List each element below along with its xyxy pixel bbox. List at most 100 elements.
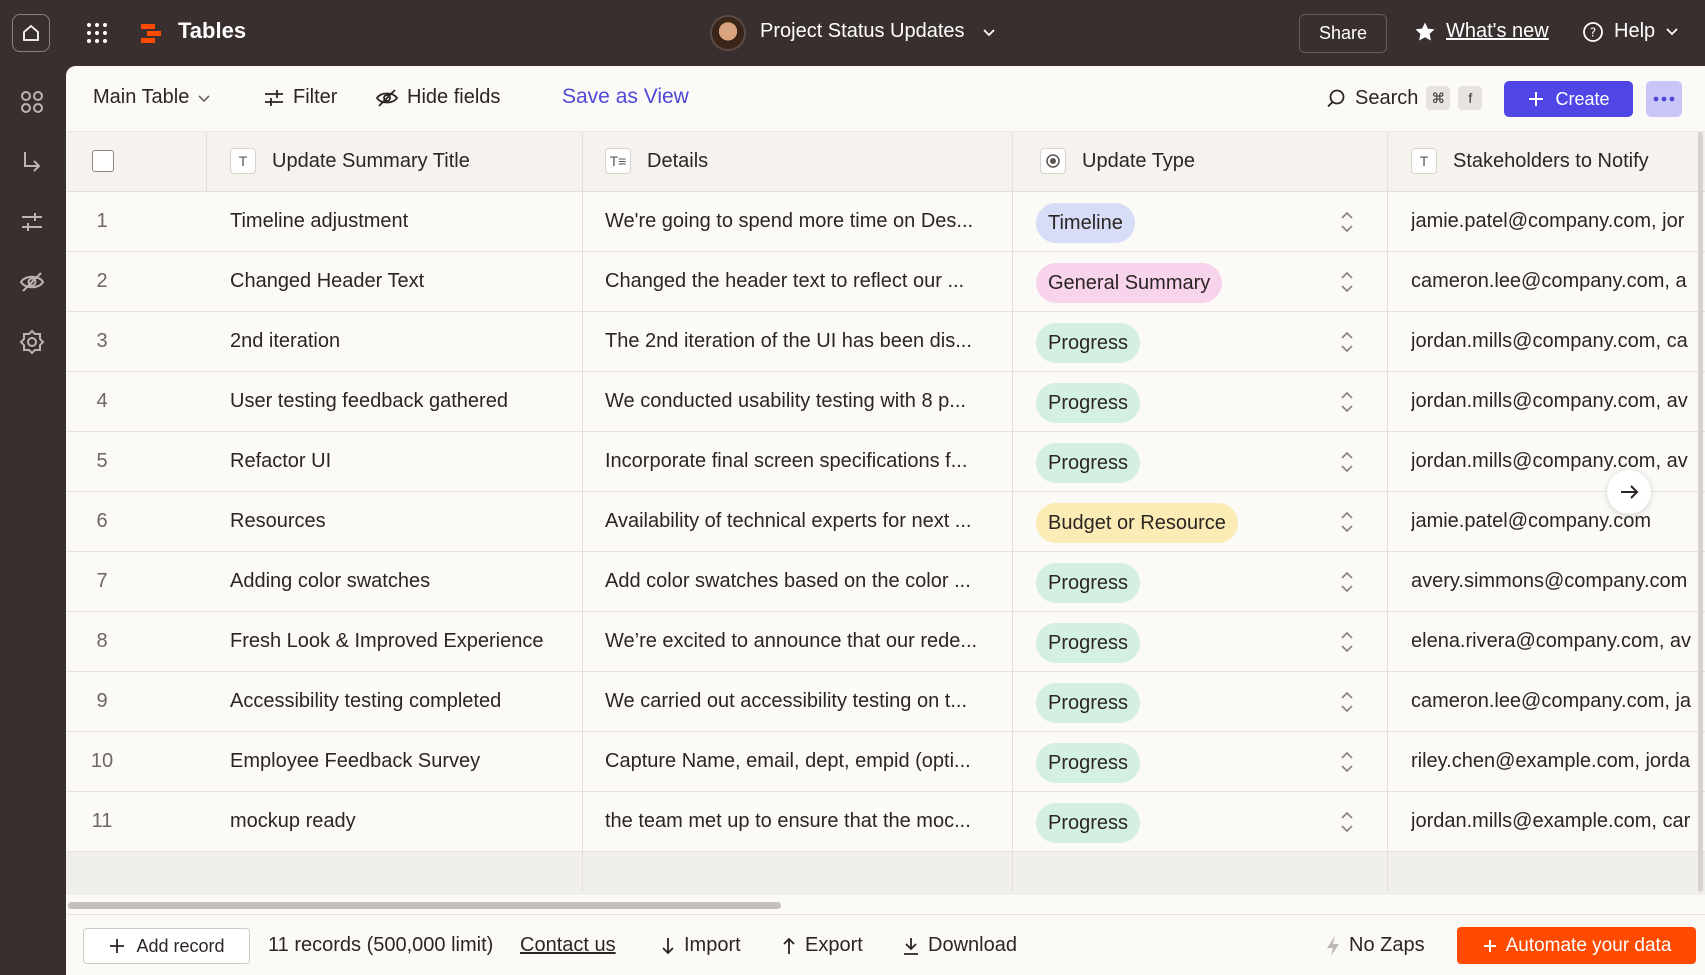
- automate-data-button[interactable]: Automate your data: [1457, 927, 1696, 964]
- search-button[interactable]: Search ⌘ f: [1325, 86, 1483, 110]
- column-header-stakeholders[interactable]: T Stakeholders to Notify: [1411, 148, 1649, 174]
- share-button[interactable]: Share: [1299, 14, 1387, 53]
- select-updown-icon[interactable]: [1338, 388, 1356, 416]
- hide-eye-icon[interactable]: [19, 269, 45, 295]
- table-row[interactable]: 3 2nd iteration The 2nd iteration of the U…: [66, 312, 1705, 372]
- download-button[interactable]: Download: [902, 934, 1017, 957]
- cell-title[interactable]: 2nd iteration: [230, 330, 580, 353]
- column-header-title[interactable]: T Update Summary Title: [230, 148, 470, 174]
- project-title[interactable]: Project Status Updates: [760, 20, 965, 43]
- update-type-pill[interactable]: Progress: [1036, 623, 1141, 663]
- update-type-pill[interactable]: Progress: [1036, 323, 1141, 363]
- update-type-pill[interactable]: Timeline: [1036, 203, 1135, 243]
- create-button[interactable]: Create: [1504, 81, 1633, 117]
- settings-gear-icon[interactable]: [19, 329, 45, 355]
- cell-stakeholders[interactable]: jordan.mills@example.com, car: [1411, 810, 1705, 833]
- cell-details[interactable]: Capture Name, email, dept, empid (opti..…: [605, 750, 985, 773]
- select-updown-icon[interactable]: [1338, 808, 1356, 836]
- tables-nav-icon[interactable]: [19, 89, 45, 115]
- cell-title[interactable]: Refactor UI: [230, 450, 580, 473]
- update-type-pill[interactable]: Progress: [1036, 683, 1141, 723]
- table-row[interactable]: 10 Employee Feedback Survey Capture Name, …: [66, 732, 1705, 792]
- whats-new-link[interactable]: What's new: [1414, 20, 1549, 43]
- cell-stakeholders[interactable]: jordan.mills@company.com, ca: [1411, 330, 1705, 353]
- update-type-pill[interactable]: Budget or Resource: [1036, 503, 1238, 543]
- update-type-pill[interactable]: Progress: [1036, 563, 1141, 603]
- cell-title[interactable]: Resources: [230, 510, 580, 533]
- save-as-view-button[interactable]: Save as View: [562, 85, 689, 109]
- chevron-down-icon[interactable]: [982, 26, 996, 40]
- cell-title[interactable]: Timeline adjustment: [230, 210, 580, 233]
- update-type-pill[interactable]: Progress: [1036, 383, 1141, 423]
- select-updown-icon[interactable]: [1338, 568, 1356, 596]
- table-row[interactable]: 11 mockup ready the team met up to ensure …: [66, 792, 1705, 852]
- cell-stakeholders[interactable]: elena.rivera@company.com, av: [1411, 630, 1705, 653]
- cell-details[interactable]: We carried out accessibility testing on …: [605, 690, 985, 713]
- column-header-details[interactable]: T≡ Details: [605, 148, 708, 174]
- cell-stakeholders[interactable]: jamie.patel@company.com: [1411, 510, 1705, 533]
- cell-details[interactable]: Availability of technical experts for ne…: [605, 510, 985, 533]
- cell-title[interactable]: Accessibility testing completed: [230, 690, 580, 713]
- cell-details[interactable]: the team met up to ensure that the moc..…: [605, 810, 985, 833]
- update-type-pill[interactable]: General Summary: [1036, 263, 1223, 303]
- scroll-right-button[interactable]: [1607, 470, 1651, 514]
- view-selector[interactable]: Main Table: [93, 86, 211, 109]
- export-button[interactable]: Export: [781, 934, 863, 957]
- select-updown-icon[interactable]: [1338, 268, 1356, 296]
- cell-stakeholders[interactable]: avery.simmons@company.com: [1411, 570, 1705, 593]
- column-header-update-type[interactable]: Update Type: [1040, 148, 1195, 174]
- cell-title[interactable]: Fresh Look & Improved Experience: [230, 630, 580, 653]
- contact-us-link[interactable]: Contact us: [520, 934, 616, 957]
- zaps-status[interactable]: No Zaps: [1325, 934, 1425, 957]
- apps-grid-icon[interactable]: [86, 22, 108, 44]
- select-updown-icon[interactable]: [1338, 328, 1356, 356]
- update-type-pill[interactable]: Progress: [1036, 743, 1141, 783]
- update-type-pill[interactable]: Progress: [1036, 443, 1141, 483]
- select-updown-icon[interactable]: [1338, 208, 1356, 236]
- cell-details[interactable]: Add color swatches based on the color ..…: [605, 570, 985, 593]
- cell-details[interactable]: Changed the header text to reflect our .…: [605, 270, 985, 293]
- cell-details[interactable]: We're going to spend more time on Des...: [605, 210, 985, 233]
- cell-title[interactable]: User testing feedback gathered: [230, 390, 580, 413]
- cell-stakeholders[interactable]: riley.chen@example.com, jorda: [1411, 750, 1705, 773]
- select-updown-icon[interactable]: [1338, 628, 1356, 656]
- cell-title[interactable]: Adding color swatches: [230, 570, 580, 593]
- table-row[interactable]: 4 User testing feedback gathered We conduc…: [66, 372, 1705, 432]
- cell-title[interactable]: mockup ready: [230, 810, 580, 833]
- cell-title[interactable]: Changed Header Text: [230, 270, 580, 293]
- table-row[interactable]: 7 Adding color swatches Add color swatches…: [66, 552, 1705, 612]
- horizontal-scrollbar[interactable]: [68, 902, 781, 909]
- update-type-pill[interactable]: Progress: [1036, 803, 1141, 843]
- table-row[interactable]: 9 Accessibility testing completed We carri…: [66, 672, 1705, 732]
- import-button[interactable]: Import: [660, 934, 741, 957]
- cell-stakeholders[interactable]: jordan.mills@company.com, av: [1411, 390, 1705, 413]
- filter-button[interactable]: Filter: [263, 86, 337, 109]
- select-updown-icon[interactable]: [1338, 688, 1356, 716]
- relation-arrow-icon[interactable]: [19, 149, 45, 175]
- select-updown-icon[interactable]: [1338, 508, 1356, 536]
- table-row[interactable]: 6 Resources Availability of technical expe…: [66, 492, 1705, 552]
- filter-sliders-icon[interactable]: [19, 209, 45, 235]
- cell-details[interactable]: We conducted usability testing with 8 p.…: [605, 390, 985, 413]
- cell-stakeholders[interactable]: jamie.patel@company.com, jor: [1411, 210, 1705, 233]
- add-record-button[interactable]: Add record: [83, 928, 250, 964]
- hide-fields-button[interactable]: Hide fields: [375, 86, 500, 109]
- table-row[interactable]: 1 Timeline adjustment We're going to spend…: [66, 192, 1705, 252]
- select-updown-icon[interactable]: [1338, 748, 1356, 776]
- cell-stakeholders[interactable]: cameron.lee@company.com, ja: [1411, 690, 1705, 713]
- cell-details[interactable]: The 2nd iteration of the UI has been dis…: [605, 330, 985, 353]
- empty-add-row[interactable]: [66, 852, 1705, 895]
- cell-details[interactable]: Incorporate final screen specifications …: [605, 450, 985, 473]
- vertical-scrollbar[interactable]: [1698, 132, 1703, 892]
- cell-details[interactable]: We’re excited to announce that our rede.…: [605, 630, 985, 653]
- cell-stakeholders[interactable]: jordan.mills@company.com, av: [1411, 450, 1705, 473]
- cell-stakeholders[interactable]: cameron.lee@company.com, a: [1411, 270, 1705, 293]
- table-row[interactable]: 2 Changed Header Text Changed the header t…: [66, 252, 1705, 312]
- cell-title[interactable]: Employee Feedback Survey: [230, 750, 580, 773]
- select-all-checkbox[interactable]: [92, 150, 114, 172]
- help-menu[interactable]: ? Help: [1582, 20, 1679, 43]
- select-updown-icon[interactable]: [1338, 448, 1356, 476]
- table-row[interactable]: 5 Refactor UI Incorporate final screen spe…: [66, 432, 1705, 492]
- table-row[interactable]: 8 Fresh Look & Improved Experience We’re e…: [66, 612, 1705, 672]
- more-options-button[interactable]: [1646, 81, 1682, 117]
